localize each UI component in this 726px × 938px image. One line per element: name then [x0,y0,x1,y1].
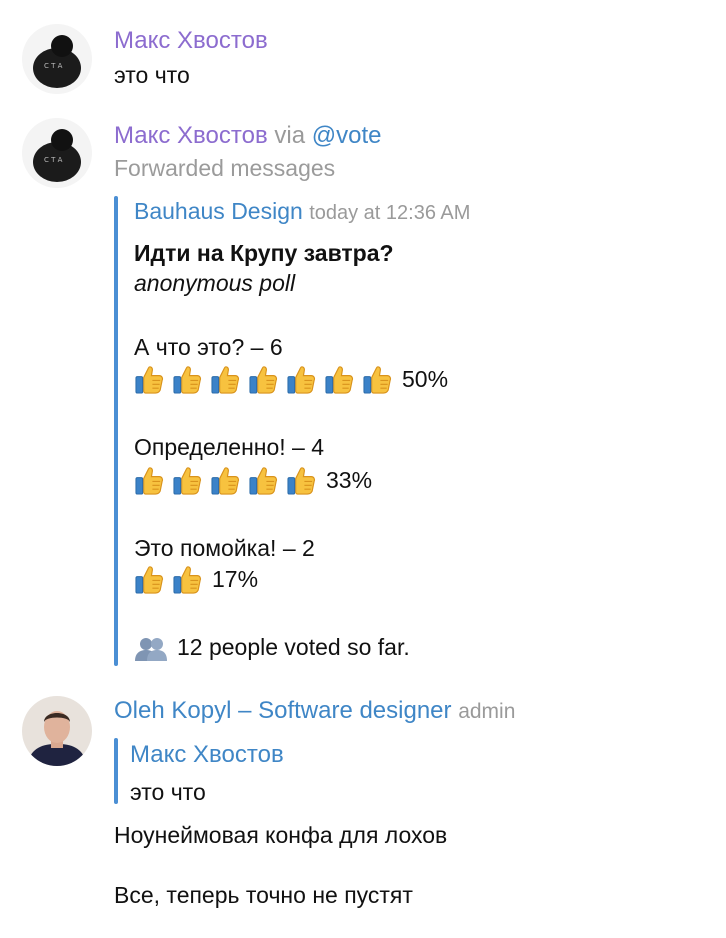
poll-option-bar: 17% [134,562,258,596]
reply-text: это что [130,779,206,805]
author-role: admin [458,700,516,723]
svg-text:C T A: C T A [44,62,63,70]
thumbs-up-icon [362,364,393,395]
forwarded-label: Forwarded messages [114,155,336,181]
poll-option-label: А что это? – 6 [134,334,283,360]
message-text: Все, теперь точно не пустят [114,882,413,908]
chat-window: C T A Макс Хвостов это что C T A Макс Хв… [0,0,726,938]
forward-quote-bar [114,196,118,666]
poll-option-percent: 33% [326,467,373,493]
avatar[interactable] [22,696,92,766]
message-author: Oleh Kopyl – Software designer admin [114,696,515,727]
poll-option-label: Это помойка! – 2 [134,535,315,561]
reply-quote-bar [114,738,118,804]
poll-option-percent: 17% [212,566,259,592]
reply-author[interactable]: Макс Хвостов [130,740,284,770]
poll-option-bar: 33% [134,463,372,497]
people-icon [135,638,167,661]
message-text: Ноунеймовая конфа для лохов [114,822,448,848]
thumbs-up-icon [134,564,165,595]
via-label: via [274,122,306,149]
poll-option-bar: 50% [134,362,448,396]
thumbs-up-icon [210,465,241,496]
message-author: Макс Хвостов via @vote [114,121,381,151]
message-author[interactable]: Макс Хвостов [114,26,268,56]
thumbs-up-icon [134,465,165,496]
thumbs-up-icon [286,465,317,496]
thumbs-up-icon [210,364,241,395]
poll-option-percent: 50% [402,366,449,392]
author-name[interactable]: Oleh Kopyl – Software designer [114,697,452,724]
thumbs-up-icon [248,465,279,496]
poll-voters: 12 people voted so far. [177,634,410,660]
avatar[interactable]: C T A [22,24,92,94]
message-text: это что [114,62,190,88]
forward-source[interactable]: Bauhaus Design [134,198,303,224]
forward-header: Bauhaus Design today at 12:36 AM [134,196,470,228]
thumbs-up-icon [324,364,355,395]
thumbs-up-icon [248,364,279,395]
poll-type: anonymous poll [134,270,296,296]
poll-question: Идти на Крупу завтра? [134,240,394,266]
poll-option-label: Определенно! – 4 [134,434,325,460]
thumbs-up-icon [134,364,165,395]
avatar[interactable]: C T A [22,118,92,188]
thumbs-up-icon [172,364,203,395]
thumbs-up-icon [172,564,203,595]
author-name[interactable]: Макс Хвостов [114,122,268,149]
thumbs-up-icon [286,364,317,395]
svg-text:C T A: C T A [44,156,63,164]
thumbs-up-icon [172,465,203,496]
bot-link[interactable]: @vote [312,122,382,149]
forward-time: today at 12:36 AM [309,202,471,224]
